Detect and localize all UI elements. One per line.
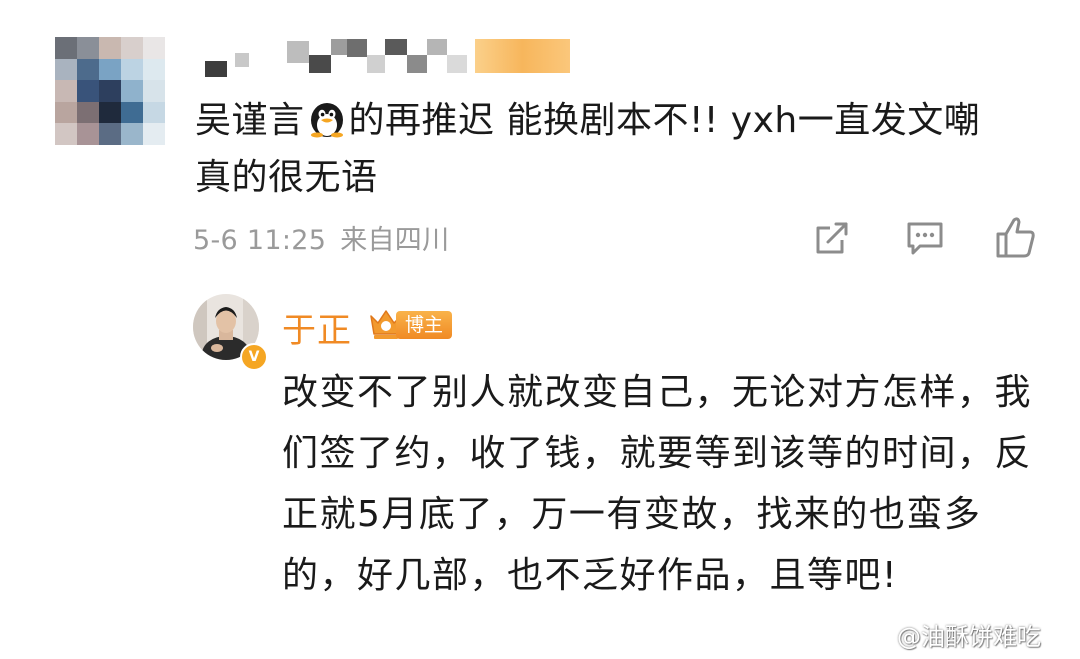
commenter-username[interactable]	[205, 33, 575, 77]
comment-text: 吴谨言 的再推迟 能换剧本不!! yxh一直发文嘲 真的很无语	[195, 92, 1025, 206]
watermark: @油酥饼难吃	[835, 617, 1041, 652]
share-button[interactable]	[812, 218, 852, 258]
weibo-logo-icon	[836, 625, 887, 651]
watermark-text: @油酥饼难吃	[897, 623, 1041, 651]
reply-author-name[interactable]: 于正	[282, 303, 352, 352]
blogger-badge-label: 博主	[396, 311, 452, 339]
reply-text: 改变不了别人就改变自己，无论对方怎样，我们签了约，收了钱，就要等到该等的时间，反…	[282, 372, 1033, 596]
verified-badge: V	[240, 343, 268, 371]
comment-icon	[907, 222, 943, 255]
share-icon	[816, 222, 848, 254]
comment-meta: 5-6 11:25 来自四川	[193, 218, 449, 257]
comment-button[interactable]	[904, 218, 946, 258]
like-button[interactable]	[994, 214, 1038, 260]
commenter-avatar[interactable]	[55, 37, 165, 145]
like-icon	[996, 217, 1035, 258]
comment-date: 5-6 11:25	[193, 225, 327, 256]
blogger-badge: 博主	[368, 306, 454, 342]
comment-location: 来自四川	[340, 225, 450, 256]
comment-text-before-emoji: 吴谨言	[195, 100, 305, 141]
penguin-emoji-icon	[307, 98, 347, 138]
